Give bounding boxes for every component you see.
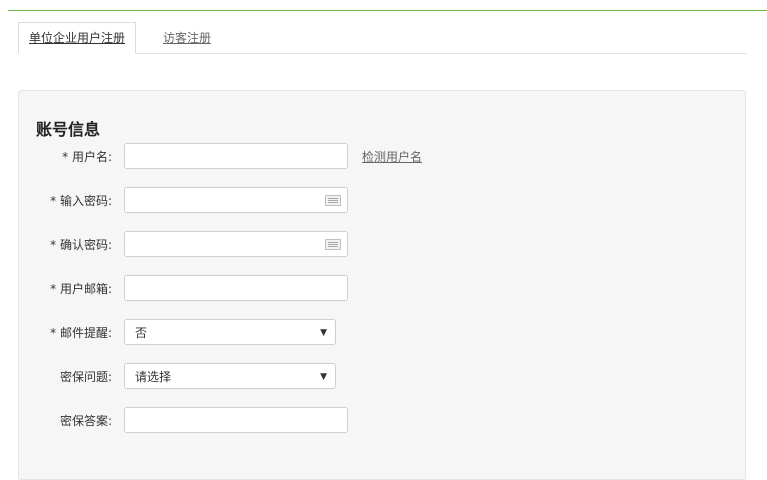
chevron-down-icon: ▼ <box>320 372 327 382</box>
email-reminder-value: 否 <box>135 326 148 340</box>
security-question-value: 请选择 <box>135 370 172 384</box>
password-input[interactable] <box>124 187 348 213</box>
security-answer-input[interactable] <box>124 407 348 433</box>
keyboard-icon[interactable] <box>325 239 341 250</box>
registration-tabs: 单位企业用户注册 访客注册 <box>18 22 747 54</box>
password-label: * 输入密码: <box>50 194 112 208</box>
username-input[interactable] <box>124 143 348 169</box>
email-reminder-select[interactable]: 否 ▼ <box>124 319 336 345</box>
tab-company-registration[interactable]: 单位企业用户注册 <box>18 22 137 54</box>
email-row: * 用户邮箱: <box>0 275 767 303</box>
security-answer-label: 密保答案: <box>59 414 112 428</box>
confirm-password-row: * 确认密码: <box>0 231 767 259</box>
username-label: * 用户名: <box>62 150 112 164</box>
confirm-password-input[interactable] <box>124 231 348 257</box>
security-answer-row: 密保答案: <box>0 407 767 435</box>
username-row: * 用户名: 检测用户名 <box>0 143 767 171</box>
confirm-password-label: * 确认密码: <box>50 238 112 252</box>
chevron-down-icon: ▼ <box>320 328 327 338</box>
section-title: 账号信息 <box>36 120 101 139</box>
email-input[interactable] <box>124 275 348 301</box>
tab-visitor-registration[interactable]: 访客注册 <box>152 22 222 53</box>
security-question-row: 密保问题: 请选择 ▼ <box>0 363 767 391</box>
password-row: * 输入密码: <box>0 187 767 215</box>
email-reminder-label: * 邮件提醒: <box>50 326 112 340</box>
security-question-label: 密保问题: <box>59 370 112 384</box>
keyboard-icon[interactable] <box>325 195 341 206</box>
security-question-select[interactable]: 请选择 ▼ <box>124 363 336 389</box>
email-label: * 用户邮箱: <box>50 282 112 296</box>
top-accent-line <box>8 10 767 11</box>
check-username-link[interactable]: 检测用户名 <box>362 143 422 171</box>
email-reminder-row: * 邮件提醒: 否 ▼ <box>0 319 767 347</box>
